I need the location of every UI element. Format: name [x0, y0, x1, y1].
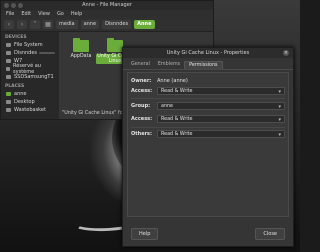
folder-icon: [107, 38, 123, 52]
group-access-select[interactable]: Read & Write ▾: [157, 115, 285, 123]
tab-permissions[interactable]: Permissions: [184, 61, 223, 69]
drive-icon: [6, 43, 11, 47]
sidebar-item-wastebasket[interactable]: Wastebasket: [1, 106, 59, 114]
select-value: Read & Write: [161, 132, 193, 137]
sidebar-item-label: File System: [14, 42, 43, 48]
chevron-down-icon: ▾: [278, 89, 281, 95]
toolbar: ‹ › ˄ ▦ media anne Disnndes Anne: [1, 18, 213, 32]
devices-heading: DEVICES: [5, 35, 27, 40]
tab-bar: General Emblems Permissions: [123, 61, 293, 70]
status-text: "Unity Gi Cache Linux" fo: [62, 111, 123, 116]
divider: [131, 127, 285, 128]
owner-row: Owner: Anne (anne): [131, 77, 285, 85]
sidebar-item-label: anne: [14, 91, 27, 97]
breadcrumb-anne[interactable]: anne: [80, 20, 100, 29]
owner-value: Anne (anne): [157, 78, 188, 84]
chevron-down-icon: ▾: [278, 132, 281, 138]
desktop-icon: [6, 100, 11, 104]
maximize-icon[interactable]: [18, 3, 23, 8]
drive-icon: [6, 59, 11, 63]
sidebar-item-label: Desktop: [14, 99, 35, 105]
up-arrow-icon[interactable]: ˄: [30, 20, 40, 29]
group-label: Group:: [131, 103, 151, 109]
sidebar-item-filesystem[interactable]: File System: [1, 41, 59, 49]
sidebar-item-label: SSDSamsungT1: [14, 74, 54, 80]
dialog-title: Unity Gi Cache Linux - Properties: [166, 50, 250, 56]
menu-bar: File Edit View Go Help: [1, 10, 213, 18]
dialog-titlebar[interactable]: Unity Gi Cache Linux - Properties ×: [123, 48, 293, 58]
drive-icon: [6, 51, 11, 55]
sidebar-item-ssd[interactable]: SSDSamsungT1: [1, 73, 59, 81]
breadcrumb-current[interactable]: Anne: [134, 20, 155, 29]
select-value: anne: [161, 104, 173, 109]
close-icon[interactable]: [4, 3, 9, 8]
forward-arrow-icon[interactable]: ›: [17, 20, 27, 29]
properties-dialog: Unity Gi Cache Linux - Properties × Gene…: [122, 47, 294, 247]
menu-help[interactable]: Help: [71, 10, 82, 18]
folder-appdata[interactable]: AppData: [62, 38, 100, 59]
chevron-down-icon: ▾: [278, 104, 281, 110]
help-button[interactable]: Help: [131, 228, 159, 240]
chevron-down-icon: ▾: [278, 117, 281, 123]
trash-icon: [6, 108, 11, 112]
sidebar-item-disnndes[interactable]: Disnndes: [1, 49, 59, 57]
sidebar-item-label: Disnndes: [14, 50, 38, 56]
folder-label: AppData: [70, 54, 92, 59]
window-title: Anne - File Manager: [82, 2, 132, 8]
window-titlebar[interactable]: Anne - File Manager: [1, 1, 213, 10]
places-heading: PLACES: [5, 84, 25, 89]
breadcrumb-disnndes[interactable]: Disnndes: [102, 20, 132, 29]
divider: [131, 98, 285, 99]
usage-bar: [39, 52, 55, 54]
menu-edit[interactable]: Edit: [21, 10, 31, 18]
owner-access-row: Access: Read & Write ▾: [131, 87, 285, 95]
group-select[interactable]: anne ▾: [157, 102, 285, 110]
access-label: Access:: [131, 116, 153, 122]
owner-access-select[interactable]: Read & Write ▾: [157, 87, 285, 95]
owner-label: Owner:: [131, 78, 152, 84]
sidebar-item-anne[interactable]: anne: [1, 90, 59, 98]
back-arrow-icon[interactable]: ‹: [4, 20, 14, 29]
close-button[interactable]: Close: [255, 228, 285, 240]
tab-general[interactable]: General: [127, 61, 154, 69]
drive-icon: [6, 75, 11, 79]
sidebar-item-label: Wastebasket: [14, 107, 46, 113]
menu-go[interactable]: Go: [57, 10, 64, 18]
sidebar-item-desktop[interactable]: Desktop: [1, 98, 59, 106]
others-label: Others:: [131, 131, 153, 137]
home-icon: [6, 92, 11, 96]
access-label: Access:: [131, 88, 153, 94]
minimize-icon[interactable]: [11, 3, 16, 8]
menu-view[interactable]: View: [38, 10, 50, 18]
sidebar: DEVICES File System Disnndes W7 Réservé …: [1, 32, 59, 119]
toggle-path-icon[interactable]: ▦: [43, 20, 53, 29]
menu-file[interactable]: File: [6, 10, 14, 18]
sidebar-item-reserve[interactable]: Réservé au système: [1, 63, 59, 75]
group-access-row: Access: Read & Write ▾: [131, 115, 285, 123]
select-value: Read & Write: [161, 89, 193, 94]
others-access-select[interactable]: Read & Write ▾: [157, 130, 285, 138]
select-value: Read & Write: [161, 117, 193, 122]
close-icon[interactable]: ×: [283, 50, 289, 56]
breadcrumb-media[interactable]: media: [56, 20, 78, 29]
permissions-panel: Owner: Anne (anne) Access: Read & Write ▾…: [127, 72, 289, 217]
group-row: Group: anne ▾: [131, 102, 285, 110]
drive-icon: [6, 67, 11, 71]
others-access-row: Others: Read & Write ▾: [131, 130, 285, 138]
tab-emblems[interactable]: Emblems: [154, 61, 184, 69]
folder-icon: [73, 38, 89, 52]
